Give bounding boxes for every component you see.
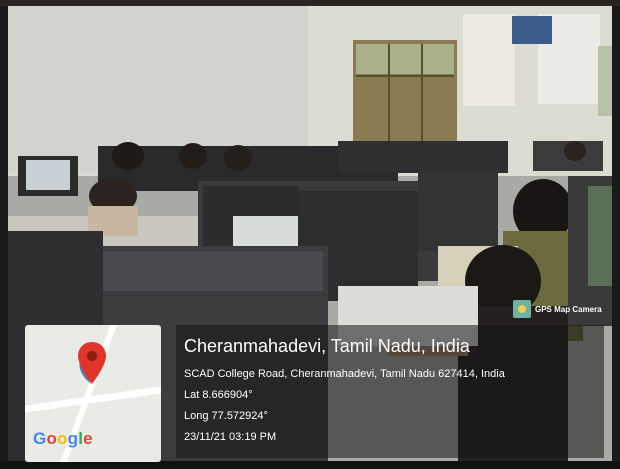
photo-frame: GPS Map Camera Google Cheranmahadevi, Ta…: [0, 0, 620, 469]
longitude-line: Long 77.572924°: [184, 410, 268, 422]
gps-camera-icon: [513, 300, 531, 318]
google-logo: Google: [33, 429, 93, 448]
datetime-line: 23/11/21 03:19 PM: [184, 431, 277, 443]
badge-label: GPS Map Camera: [535, 304, 602, 314]
gps-map-camera-badge: GPS Map Camera: [513, 299, 602, 319]
address-line: SCAD College Road, Cheranmahadevi, Tamil…: [184, 368, 505, 380]
map-pin-icon: [78, 342, 106, 384]
location-title: Cheranmahadevi, Tamil Nadu, India: [184, 336, 470, 356]
latitude-line: Lat 8.666904°: [184, 389, 253, 401]
map-thumbnail: Google: [25, 325, 161, 462]
bottom-strip: [0, 461, 620, 469]
